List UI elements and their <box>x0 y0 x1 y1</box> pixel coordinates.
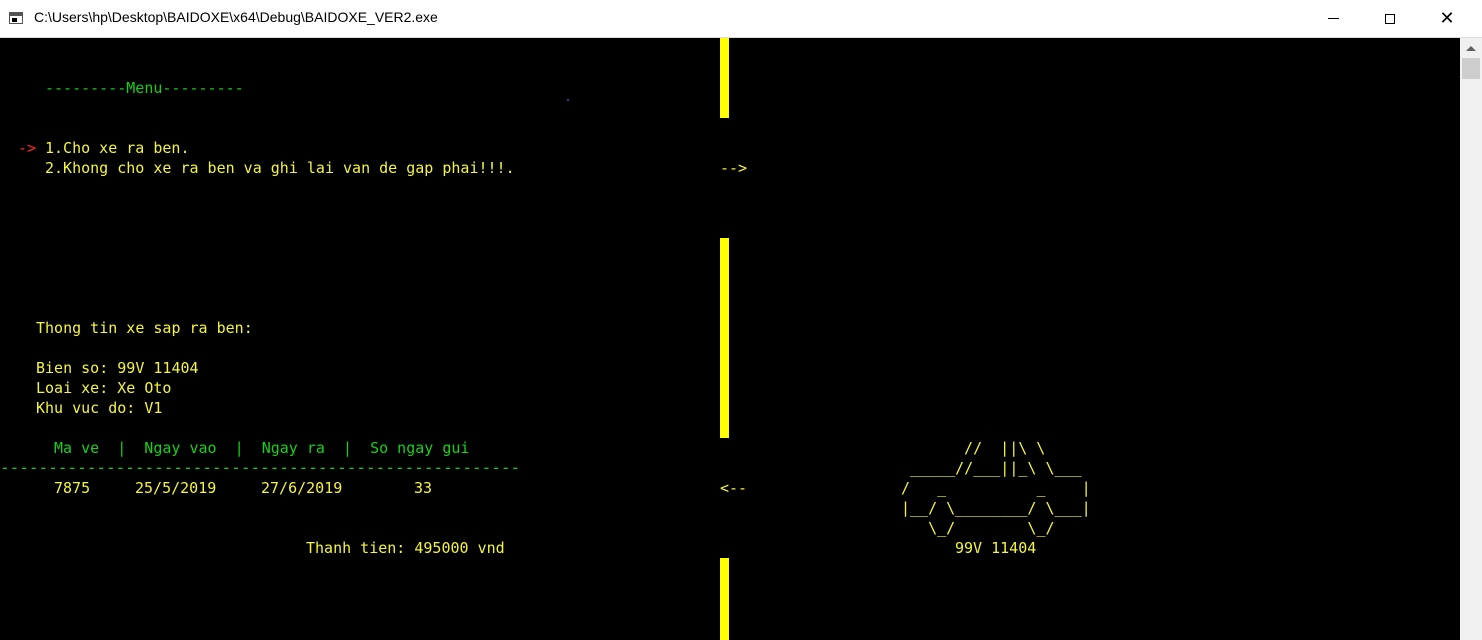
console-output: ---------Menu--------- -> 1.Cho xe ra be… <box>0 38 1460 640</box>
menu-option-2[interactable]: 2.Khong cho xe ra ben va ghi lai van de … <box>45 158 515 178</box>
gate-in-arrow: --> <box>720 159 748 177</box>
days-parked: 33 <box>414 479 433 497</box>
minimize-button[interactable] <box>1310 0 1356 37</box>
exit-date: 27/6/2019 <box>261 479 343 497</box>
stray-pixel <box>567 99 569 101</box>
close-button[interactable]: ✕ <box>1424 0 1470 37</box>
console-app-icon[interactable] <box>9 12 23 24</box>
car-plate-label: 99V 11404 <box>955 539 1037 557</box>
window-title: C:\Users\hp\Desktop\BAIDOXE\x64\Debug\BA… <box>34 9 438 25</box>
menu-header: ---------Menu--------- <box>45 79 244 97</box>
gate-bar-top <box>720 38 729 118</box>
title-bar[interactable]: C:\Users\hp\Desktop\BAIDOXE\x64\Debug\BA… <box>0 0 1482 38</box>
car-art-line: / _ _ | <box>901 479 1091 497</box>
maximize-button[interactable] <box>1367 0 1413 37</box>
vertical-scrollbar[interactable] <box>1460 38 1482 640</box>
vehicle-info-heading: Thong tin xe sap ra ben: <box>36 319 253 337</box>
total-amount: Thanh tien: 495000 vnd <box>306 539 505 557</box>
ticket-table-separator: ----------------------------------------… <box>0 458 521 477</box>
car-art-line: _____//___||_\ \___ <box>910 459 1082 477</box>
minimize-icon <box>1327 18 1339 19</box>
close-icon: ✕ <box>1439 7 1455 29</box>
menu-option-1[interactable]: 1.Cho xe ra ben. <box>45 138 190 158</box>
scroll-thumb[interactable] <box>1462 58 1480 79</box>
vehicle-zone: Khu vuc do: V1 <box>36 399 163 417</box>
vehicle-type: Loai xe: Xe Oto <box>36 379 172 397</box>
entry-date: 25/5/2019 <box>135 479 217 497</box>
vehicle-plate: Bien so: 99V 11404 <box>36 359 199 377</box>
car-art-line: \_/ \_/ <box>901 519 1055 537</box>
ticket-id: 7875 <box>54 479 91 497</box>
maximize-icon <box>1385 13 1395 24</box>
ticket-table-header: Ma ve | Ngay vao | Ngay ra | So ngay gui <box>54 439 470 457</box>
arrow-up-icon <box>1466 45 1476 51</box>
car-art-line: |__/ \________/ \___| <box>901 499 1091 517</box>
gate-out-arrow: <-- <box>720 479 748 497</box>
scroll-up-button[interactable] <box>1460 38 1482 58</box>
car-art-line: // ||\ \ <box>946 439 1046 457</box>
gate-bar-bottom <box>720 558 729 640</box>
gate-bar-middle <box>720 238 729 438</box>
menu-pointer: -> <box>18 139 37 157</box>
